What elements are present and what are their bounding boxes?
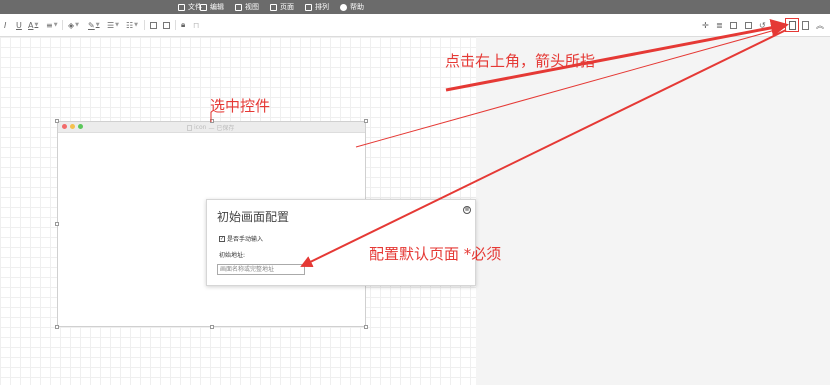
annotation-arrows xyxy=(210,18,789,268)
window-to-button-line xyxy=(355,26,787,148)
annotation-click-top-right: 点击右上角，箭头所指 xyxy=(445,52,596,70)
annotation-select-control: 选中控件 xyxy=(210,97,271,115)
annotation-config-default-page: 配置默认页面 *必须 xyxy=(369,245,502,263)
